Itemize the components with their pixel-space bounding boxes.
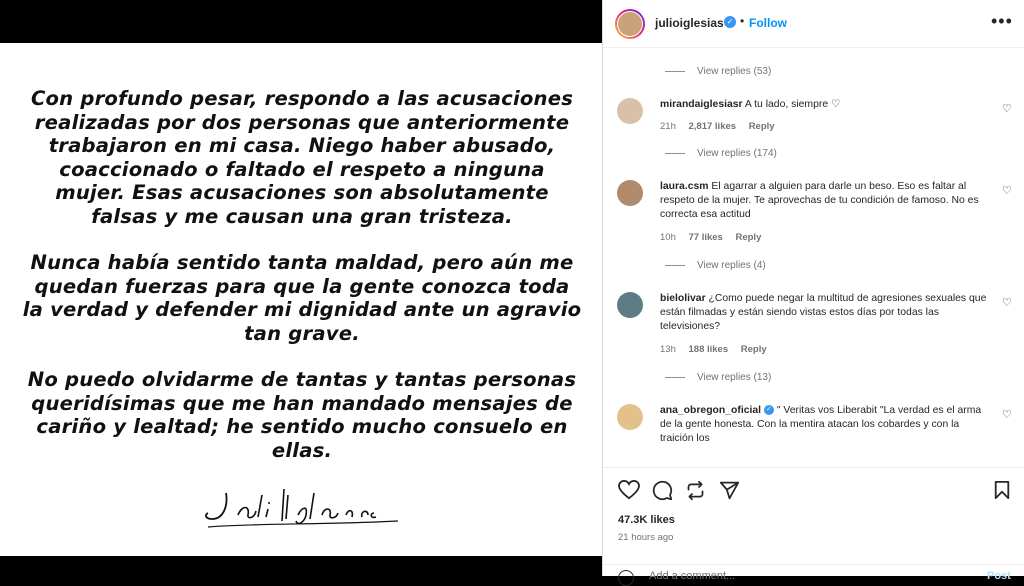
comment-meta: 21h 2,817 likes Reply [660, 121, 785, 132]
view-replies-label: View replies (13) [697, 372, 772, 383]
post-comment-button[interactable]: Post [987, 570, 1011, 582]
separator-dot: • [740, 14, 745, 28]
statement-paragraph-2: Nunca había sentido tanta maldad, pero a… [22, 251, 582, 345]
author-avatar[interactable] [615, 9, 645, 39]
view-replies-label: View replies (53) [697, 66, 772, 77]
comment-text-block: bielolivar ¿Como puede negar la multitud… [660, 292, 990, 334]
likes-count[interactable]: 47.3K likes [618, 514, 675, 526]
like-comment-icon[interactable]: ♡ [1002, 184, 1012, 197]
statement-text: Con profundo pesar, respondo a las acusa… [22, 87, 582, 485]
like-icon[interactable] [618, 480, 640, 500]
comment-time: 21h [660, 121, 676, 132]
commenter-avatar[interactable] [617, 98, 643, 124]
save-bookmark-icon[interactable] [993, 480, 1011, 500]
view-replies-button[interactable]: View replies (4) [665, 260, 766, 271]
verified-badge-icon: ✓ [763, 405, 774, 416]
verified-badge-icon: ✓ [724, 16, 736, 28]
comment-text-block: ana_obregon_oficial ✓ " Veritas vos Libe… [660, 404, 990, 446]
commenter-username[interactable]: laura.csm [660, 181, 709, 192]
comment-text-block: mirandaiglesiasr A tu lado, siempre ♡ [660, 98, 990, 112]
view-replies-button[interactable]: View replies (13) [665, 372, 771, 383]
view-replies-label: View replies (4) [697, 260, 766, 271]
add-comment-input[interactable] [649, 570, 949, 582]
view-replies-button[interactable]: View replies (53) [665, 66, 771, 77]
commenter-username[interactable]: ana_obregon_oficial [660, 405, 761, 416]
comment-likes[interactable]: 188 likes [689, 344, 729, 355]
commenter-avatar[interactable] [617, 180, 643, 206]
share-icon[interactable] [719, 480, 740, 501]
follow-button[interactable]: Follow [749, 16, 787, 30]
comment-meta: 10h 77 likes Reply [660, 232, 771, 243]
post-header: julioiglesias ✓ • Follow ••• [603, 0, 1024, 48]
comment-likes[interactable]: 2,817 likes [689, 121, 737, 132]
post-timestamp: 21 hours ago [618, 532, 674, 543]
view-replies-button[interactable]: View replies (174) [665, 148, 777, 159]
commenter-avatar[interactable] [617, 292, 643, 318]
comment-meta: 13h 188 likes Reply [660, 344, 777, 355]
add-comment-row: Post [603, 564, 1024, 586]
comment-time: 13h [660, 344, 676, 355]
commenter-username[interactable]: mirandaiglesiasr [660, 99, 743, 110]
post-side-panel: julioiglesias ✓ • Follow ••• View replie… [602, 0, 1024, 586]
post-image: Con profundo pesar, respondo a las acusa… [0, 43, 602, 556]
comment-time: 10h [660, 232, 676, 243]
comment-icon[interactable] [652, 480, 673, 501]
reply-button[interactable]: Reply [741, 344, 767, 355]
emoji-icon[interactable] [618, 570, 634, 586]
more-options-icon[interactable]: ••• [991, 11, 1013, 32]
statement-paragraph-3: No puedo olvidarme de tantas y tantas pe… [27, 368, 577, 462]
like-comment-icon[interactable]: ♡ [1002, 296, 1012, 309]
handwritten-signature [205, 488, 399, 528]
like-comment-icon[interactable]: ♡ [1002, 408, 1012, 421]
view-replies-label: View replies (174) [697, 148, 777, 159]
commenter-avatar[interactable] [617, 404, 643, 430]
reply-button[interactable]: Reply [735, 232, 761, 243]
repost-icon[interactable] [685, 480, 706, 501]
post-actions: 47.3K likes 21 hours ago Post [603, 467, 1024, 586]
comment-text: A tu lado, siempre ♡ [744, 99, 841, 110]
like-comment-icon[interactable]: ♡ [1002, 102, 1012, 115]
comment-text: ¿Como puede negar la multitud de agresio… [660, 293, 987, 332]
author-username[interactable]: julioiglesias [655, 16, 724, 30]
comments-list[interactable]: View replies (53) mirandaiglesiasr A tu … [603, 48, 1024, 466]
statement-paragraph-1: Con profundo pesar, respondo a las acusa… [30, 87, 574, 228]
comment-likes[interactable]: 77 likes [689, 232, 723, 243]
comment-text-block: laura.csm El agarrar a alguien para darl… [660, 180, 990, 222]
reply-button[interactable]: Reply [749, 121, 775, 132]
commenter-username[interactable]: bielolivar [660, 293, 706, 304]
